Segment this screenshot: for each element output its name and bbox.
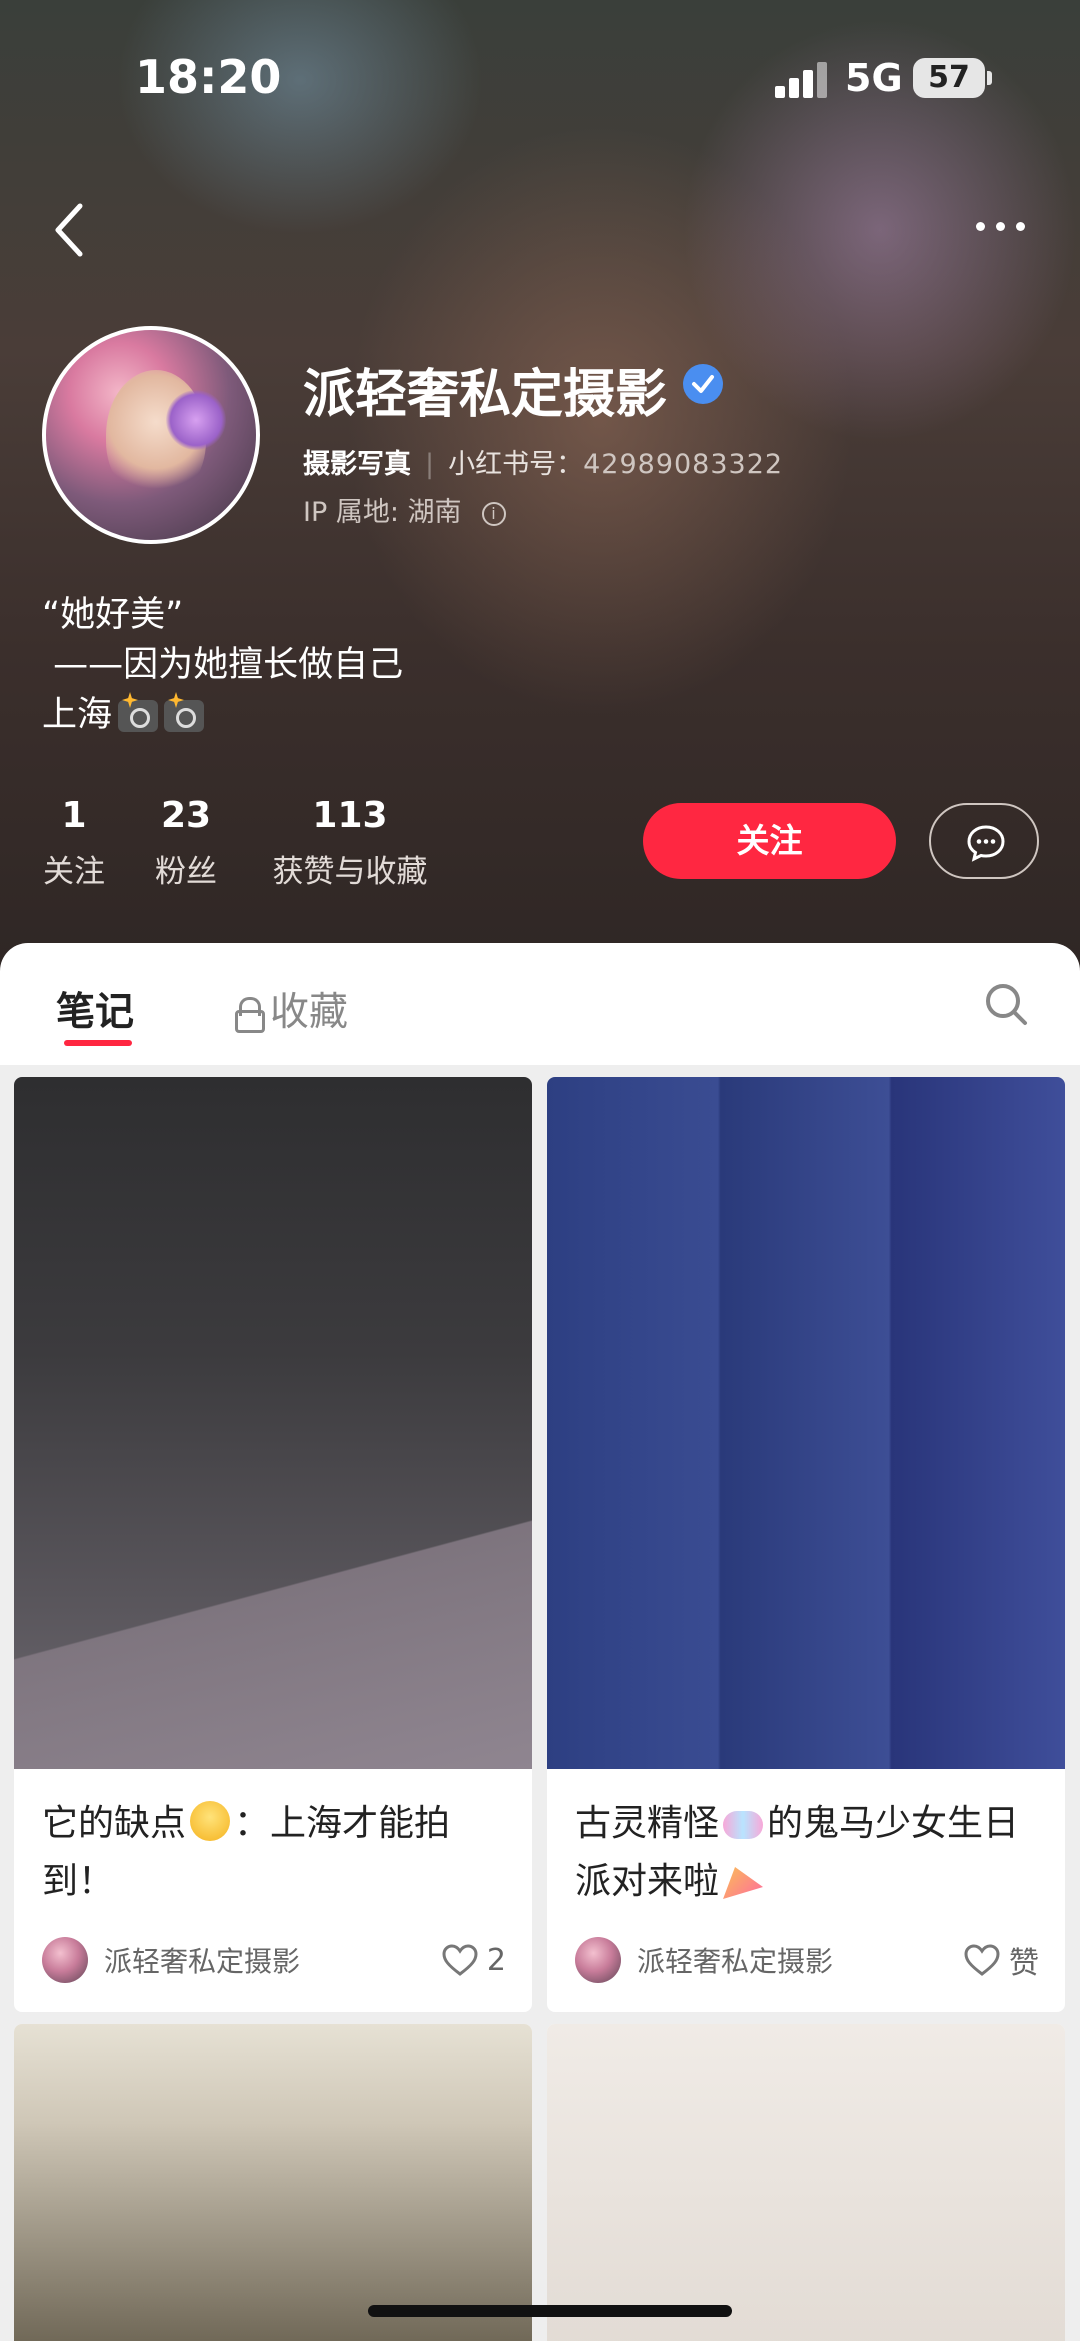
heart-icon <box>964 1944 1000 1976</box>
info-icon[interactable]: i <box>481 501 506 526</box>
home-indicator[interactable] <box>368 2305 732 2317</box>
profile-meta: 摄影写真 | 小红书号：42989083322 <box>303 442 783 481</box>
camera-flash-icon <box>118 700 159 732</box>
chat-icon <box>967 825 1005 862</box>
note-cover-image[interactable] <box>14 1077 532 1769</box>
profile-header: 18:20 5G 57 派轻奢私定摄影 摄影写真 | 小红书号：4298908332… <box>0 0 1080 1000</box>
note-title: 古灵精怪 的鬼马少女生日派对来啦 <box>575 1795 1045 1911</box>
ip-location: IP 属地: 湖南 i <box>303 490 506 529</box>
bio-line-1: “她好美” <box>42 595 184 635</box>
note-author[interactable]: 派轻奢私定摄影 <box>42 1935 300 1985</box>
note-cover-image[interactable] <box>547 1077 1065 1769</box>
note-cover-image[interactable] <box>547 2024 1065 2341</box>
like-count: 2 <box>486 1942 506 1978</box>
note-title-part: 它的缺点 <box>42 1803 187 1844</box>
message-button[interactable] <box>929 803 1039 879</box>
party-popper-emoji-icon <box>723 1867 764 1899</box>
camera-flash-icon <box>164 700 205 732</box>
stat-following[interactable]: 1 关注 <box>40 795 108 891</box>
tab-notes[interactable]: 笔记 <box>56 981 134 1037</box>
stat-value: 1 <box>61 795 87 836</box>
note-card[interactable] <box>547 2024 1065 2341</box>
note-title: 它的缺点 ：上海才能拍到！ <box>42 1795 512 1911</box>
search-icon[interactable] <box>983 981 1029 1027</box>
follow-button[interactable]: 关注 <box>643 803 896 879</box>
candy-emoji-icon <box>723 1811 764 1839</box>
content-tabs: 笔记 收藏 <box>0 943 1080 1065</box>
meta-divider: | <box>425 449 435 480</box>
note-card[interactable]: 古灵精怪 的鬼马少女生日派对来啦 派轻奢私定摄影 赞 <box>547 1077 1065 2012</box>
stat-label: 关注 <box>43 854 105 890</box>
avatar[interactable] <box>42 326 260 544</box>
lock-icon <box>234 997 265 1033</box>
red-id-value[interactable]: 42989083322 <box>583 449 783 480</box>
profile-category: 摄影写真 <box>303 449 411 480</box>
stat-likes-collects[interactable]: 113 获赞与收藏 <box>265 795 435 891</box>
like-count: 赞 <box>1009 1946 1039 1981</box>
stat-value: 113 <box>312 795 388 836</box>
note-card[interactable]: 它的缺点 ：上海才能拍到！ 派轻奢私定摄影 2 <box>14 1077 532 2012</box>
back-icon[interactable] <box>50 200 90 260</box>
signal-icon <box>775 60 829 98</box>
author-avatar <box>575 1937 621 1983</box>
tab-collections[interactable]: 收藏 <box>234 981 348 1037</box>
like-button[interactable]: 赞 <box>963 1935 1039 1985</box>
author-name: 派轻奢私定摄影 <box>637 1945 834 1978</box>
stat-followers[interactable]: 23 粉丝 <box>152 795 220 891</box>
note-title-part: 古灵精怪 <box>575 1803 720 1844</box>
tab-collections-label: 收藏 <box>270 990 349 1035</box>
note-author[interactable]: 派轻奢私定摄影 <box>575 1935 833 1985</box>
profile-name: 派轻奢私定摄影 <box>303 365 668 425</box>
more-icon[interactable] <box>970 210 1030 240</box>
active-tab-indicator <box>64 1040 132 1046</box>
note-cover-image[interactable] <box>14 2024 532 2341</box>
stat-label: 获赞与收藏 <box>272 854 428 890</box>
ip-location-text: IP 属地: 湖南 <box>303 497 462 528</box>
author-name: 派轻奢私定摄影 <box>104 1945 301 1978</box>
status-time: 18:20 <box>135 50 282 104</box>
stat-label: 粉丝 <box>155 854 217 890</box>
note-card[interactable] <box>14 2024 532 2341</box>
network-type: 5G <box>845 56 903 100</box>
author-avatar <box>42 1937 88 1983</box>
profile-bio: “她好美” ——因为她擅长做自己 上海 <box>42 590 403 740</box>
bio-line-3: 上海 <box>42 690 403 740</box>
like-button[interactable]: 2 <box>441 1935 506 1985</box>
pleading-face-emoji-icon <box>190 1801 231 1841</box>
verified-icon <box>683 364 723 404</box>
stat-value: 23 <box>160 795 212 836</box>
heart-icon <box>442 1944 478 1976</box>
bio-location: 上海 <box>42 695 113 735</box>
red-id-label: 小红书号： <box>448 449 584 480</box>
bio-line-2: ——因为她擅长做自己 <box>42 645 404 685</box>
battery-icon: 57 <box>913 58 992 98</box>
status-bar: 18:20 5G 57 <box>0 0 1080 150</box>
